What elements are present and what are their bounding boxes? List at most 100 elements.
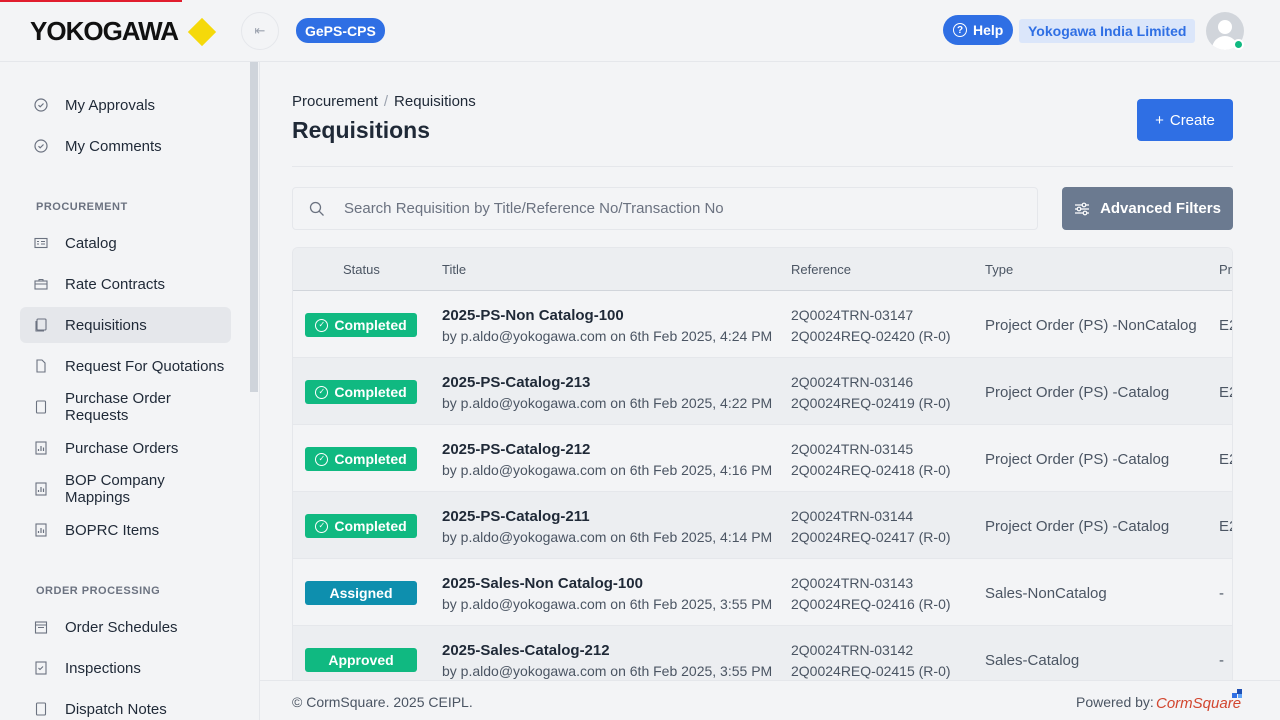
sidebar-item-label: Purchase Order Requests <box>65 390 171 424</box>
status-badge: Approved <box>305 648 417 672</box>
requisition-reference: 2Q0024REQ-02418 (R-0) <box>791 462 951 478</box>
requisition-title-link[interactable]: 2025-Sales-Non Catalog-100 <box>442 575 643 592</box>
requisition-type: Project Order (PS) -Catalog <box>985 451 1170 468</box>
sliders-icon <box>1075 202 1090 215</box>
question-circle-icon: ? <box>953 23 967 37</box>
company-logo[interactable]: YOKOGAWA <box>30 16 217 47</box>
sidebar-scrollbar[interactable] <box>250 62 258 392</box>
requisition-title-link[interactable]: 2025-PS-Catalog-212 <box>442 441 590 458</box>
table-row[interactable]: ✓ Completed 2025-PS-Non Catalog-100 by p.al… <box>293 291 1232 358</box>
requisition-type: Sales-Catalog <box>985 652 1080 669</box>
table-row[interactable]: ✓ Completed 2025-PS-Catalog-213 by p.aldo@y… <box>293 358 1232 425</box>
brand-logo-text[interactable]: CormSquare <box>1156 695 1241 712</box>
check-circle-icon <box>34 98 48 112</box>
pr-value: E2 <box>1219 384 1232 401</box>
sidebar-item-label: My Comments <box>65 137 162 155</box>
logo-diamond-icon <box>187 17 217 46</box>
requisition-reference: 2Q0024REQ-02419 (R-0) <box>791 395 951 411</box>
requisitions-table: Status Title Reference Type Pr ✓ Complete… <box>292 247 1233 680</box>
file-icon <box>34 359 48 373</box>
requisition-author-date: by p.aldo@yokogawa.com on 6th Feb 2025, … <box>442 596 773 612</box>
table-header-row: Status Title Reference Type Pr <box>293 248 1232 291</box>
catalog-icon <box>34 236 48 250</box>
sidebar-item-label: Rate Contracts <box>65 275 166 293</box>
table-row[interactable]: Assigned 2025-Sales-Non Catalog-100 by p.a… <box>293 559 1232 626</box>
sidebar-item-purchase-orders[interactable]: Purchase Orders <box>20 430 231 466</box>
copyright-text: © CormSquare. 2025 CEIPL. <box>292 694 473 710</box>
column-header-type[interactable]: Type <box>985 262 1013 277</box>
sidebar-item-request-for-quotations[interactable]: Request For Quotations <box>20 348 231 384</box>
create-button[interactable]: + Create <box>1137 99 1233 141</box>
status-label: Completed <box>334 451 407 467</box>
status-badge: Assigned <box>305 581 417 605</box>
requisition-title-link[interactable]: 2025-PS-Catalog-213 <box>442 374 590 391</box>
logo-text: YOKOGAWA <box>30 16 179 46</box>
loading-progress-bar <box>0 0 182 2</box>
requisition-author-date: by p.aldo@yokogawa.com on 6th Feb 2025, … <box>442 529 773 545</box>
table-row[interactable]: ✓ Completed 2025-PS-Catalog-212 by p.aldo@y… <box>293 425 1232 492</box>
section-label-order-processing: ORDER PROCESSING <box>36 585 161 597</box>
sidebar-item-label: Order Schedules <box>65 618 178 636</box>
breadcrumb-current: Requisitions <box>394 93 476 110</box>
sidebar-item-dispatch-notes[interactable]: Dispatch Notes <box>20 691 231 720</box>
app-name-badge: GePS-CPS <box>296 18 385 43</box>
sidebar-item-inspections[interactable]: Inspections <box>20 650 231 686</box>
status-label: Completed <box>334 317 407 333</box>
sidebar-item-catalog[interactable]: Catalog <box>20 225 231 261</box>
requisition-type: Sales-NonCatalog <box>985 585 1107 602</box>
column-header-pr[interactable]: Pr <box>1219 262 1232 277</box>
footer: © CormSquare. 2025 CEIPL. Powered by: Co… <box>260 680 1280 720</box>
document-icon <box>34 400 48 414</box>
transaction-number: 2Q0024TRN-03143 <box>791 575 914 591</box>
sidebar-item-purchase-order-requests[interactable]: Purchase Order Requests <box>20 389 231 425</box>
pr-value: E2 <box>1219 317 1232 334</box>
requisition-title-link[interactable]: 2025-PS-Catalog-211 <box>442 508 590 525</box>
sidebar-item-order-schedules[interactable]: Order Schedules <box>20 609 231 645</box>
status-label: Approved <box>328 652 394 668</box>
sidebar-item-rate-contracts[interactable]: Rate Contracts <box>20 266 231 302</box>
search-bar[interactable] <box>292 187 1038 230</box>
table-row[interactable]: ✓ Completed 2025-PS-Catalog-211 by p.aldo@y… <box>293 492 1232 559</box>
table-row[interactable]: Approved 2025-Sales-Catalog-212 by p.aldo@… <box>293 626 1232 680</box>
requisition-reference: 2Q0024REQ-02416 (R-0) <box>791 596 951 612</box>
sidebar-item-label: Purchase Orders <box>65 439 179 457</box>
sidebar-item-label: Requisitions <box>65 316 147 334</box>
column-header-title[interactable]: Title <box>442 262 466 277</box>
document-icon <box>34 702 48 716</box>
status-badge: ✓ Completed <box>305 380 417 404</box>
sidebar-item-requisitions[interactable]: Requisitions <box>20 307 231 343</box>
collapse-arrow-icon: ⇤ <box>254 23 266 38</box>
column-header-status[interactable]: Status <box>343 262 380 277</box>
column-header-reference[interactable]: Reference <box>791 262 851 277</box>
transaction-number: 2Q0024TRN-03142 <box>791 642 914 658</box>
advanced-filters-button[interactable]: Advanced Filters <box>1062 187 1233 230</box>
check-circle-icon: ✓ <box>315 318 329 332</box>
organization-badge[interactable]: Yokogawa India Limited <box>1019 19 1196 43</box>
breadcrumb-parent-link[interactable]: Procurement <box>292 93 378 110</box>
sidebar-item-boprc-items[interactable]: BOPRC Items <box>20 512 231 548</box>
requisition-author-date: by p.aldo@yokogawa.com on 6th Feb 2025, … <box>442 328 773 344</box>
help-label: Help <box>973 22 1004 38</box>
requisition-title-link[interactable]: 2025-PS-Non Catalog-100 <box>442 307 624 324</box>
check-circle-icon <box>34 139 48 153</box>
sidebar-item-bop-company-mappings[interactable]: BOP Company Mappings <box>20 471 231 507</box>
plus-icon: + <box>1155 111 1164 129</box>
sidebar-item-my-approvals[interactable]: My Approvals <box>20 87 231 123</box>
report-icon <box>34 441 48 455</box>
help-button[interactable]: ? Help <box>943 15 1014 45</box>
page-title: Requisitions <box>292 117 431 143</box>
search-icon <box>309 201 324 216</box>
requisition-reference: 2Q0024REQ-02415 (R-0) <box>791 663 951 679</box>
transaction-number: 2Q0024TRN-03147 <box>791 307 914 323</box>
requisition-title-link[interactable]: 2025-Sales-Catalog-212 <box>442 642 610 659</box>
status-badge: ✓ Completed <box>305 447 417 471</box>
breadcrumb-separator: / <box>383 93 389 110</box>
search-input[interactable] <box>344 200 1024 217</box>
sidebar-item-label: Inspections <box>65 659 141 677</box>
pr-value: - <box>1219 652 1224 669</box>
brand-mark-icon <box>1232 689 1242 698</box>
collapse-sidebar-button[interactable]: ⇤ <box>241 12 279 50</box>
sidebar-item-my-comments[interactable]: My Comments <box>20 128 231 164</box>
powered-by-text: Powered by: <box>1076 694 1154 710</box>
header-divider <box>292 166 1233 167</box>
